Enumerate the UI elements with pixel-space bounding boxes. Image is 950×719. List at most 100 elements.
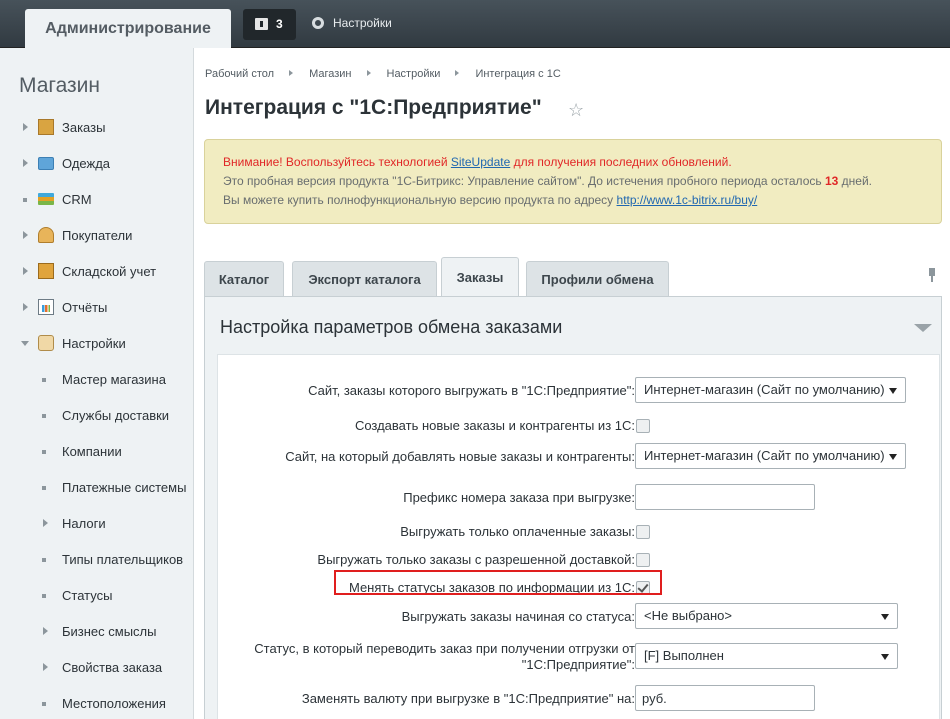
settings-link[interactable]: Настройки [312,16,392,30]
breadcrumb-item[interactable]: Магазин [309,68,351,80]
bullet-icon [42,594,46,598]
alert-text: Это пробная версия продукта "1С-Битрикс:… [223,174,825,188]
currency-input[interactable] [635,685,815,711]
siteupdate-link[interactable]: SiteUpdate [451,155,510,169]
expand-arrow-icon[interactable] [23,303,28,311]
chevron-down-icon [889,454,897,460]
prefix-input[interactable] [635,484,815,510]
bullet-icon [42,378,46,382]
breadcrumb-item[interactable]: Интеграция с 1С [475,68,560,80]
sidebar-item-label: Налоги [62,516,106,531]
bullet-icon [23,198,27,202]
sidebar-item-label: Отчёты [62,300,108,315]
settings-form: Сайт, заказы которого выгружать в "1С:Пр… [217,354,940,719]
trial-days: 13 [824,174,839,188]
collapse-arrow-icon[interactable] [21,341,29,346]
admin-tab[interactable]: Администрирование [25,9,231,48]
highlight-frame [334,570,662,595]
sidebar-item-label: Свойства заказа [62,660,163,675]
sidebar-item-crm[interactable]: CRM [0,190,194,210]
breadcrumb-item[interactable]: Рабочий стол [205,68,274,80]
trial-alert: Внимание! Воспользуйтесь технологией Sit… [204,139,942,224]
bullet-icon [42,450,46,454]
sidebar-subitem-payment[interactable]: Платежные системы [0,478,194,498]
sidebar-title: Магазин [19,74,101,97]
site-add-select[interactable]: Интернет-магазин (Сайт по умолчанию) [635,443,906,469]
sidebar-subitem-statuses[interactable]: Статусы [0,586,194,606]
sidebar-item-orders[interactable]: Заказы [0,118,194,138]
sidebar-item-label: Платежные системы [62,480,187,495]
settings-label: Настройки [333,16,392,30]
expand-arrow-icon[interactable] [43,627,48,635]
select-value: Интернет-магазин (Сайт по умолчанию) [644,448,885,463]
site-export-select[interactable]: Интернет-магазин (Сайт по умолчанию) [635,377,906,403]
field-label: Префикс номера заказа при выгрузке: [403,490,635,505]
sidebar-item-label: Настройки [62,336,126,351]
field-label: Заменять валюту при выгрузке в "1С:Предп… [301,691,635,706]
star-icon[interactable]: ☆ [568,100,584,121]
only-delivery-checkbox[interactable] [636,553,650,567]
expand-arrow-icon[interactable] [23,159,28,167]
sidebar-subitem-payer-types[interactable]: Типы плательщиков [0,550,194,570]
tab-exchange-profiles[interactable]: Профили обмена [526,261,669,297]
pin-icon[interactable] [928,268,936,282]
field-label: "1С:Предприятие": [521,657,635,672]
notification-icon [255,18,268,30]
expand-arrow-icon[interactable] [43,519,48,527]
expand-arrow-icon[interactable] [23,123,28,131]
alert-line-2: Это пробная версия продукта "1С-Битрикс:… [223,174,872,188]
field-label: Сайт, на который добавлять новые заказы … [285,449,635,464]
sidebar-item-reports[interactable]: Отчёты [0,298,194,318]
sidebar-item-customers[interactable]: Покупатели [0,226,194,246]
bullet-icon [42,414,46,418]
field-label: Статус, в который переводить заказ при п… [254,641,635,656]
sidebar-item-label: Заказы [62,120,106,135]
sidebar-subitem-delivery[interactable]: Службы доставки [0,406,194,426]
chevron-right-icon [289,70,294,76]
alert-text: дней. [838,174,872,188]
collapse-icon[interactable] [914,324,932,332]
sidebar-item-clothes[interactable]: Одежда [0,154,194,174]
sidebar-item-warehouse[interactable]: Складской учет [0,262,194,282]
sidebar-item-label: Службы доставки [62,408,170,423]
sidebar-subitem-taxes[interactable]: Налоги [0,514,194,534]
orders-icon [38,119,54,135]
chevron-down-icon [889,388,897,394]
users-icon [38,227,54,243]
shipment-status-select[interactable]: [F] Выполнен [635,643,898,669]
page-title: Интеграция с "1С:Предприятие" [205,96,542,119]
tab-catalog[interactable]: Каталог [204,261,284,297]
create-new-checkbox[interactable] [636,419,650,433]
select-value: [F] Выполнен [644,648,724,663]
sidebar-item-label: Мастер магазина [62,372,166,387]
tab-catalog-export[interactable]: Экспорт каталога [292,261,437,297]
expand-arrow-icon[interactable] [43,663,48,671]
chevron-down-icon [881,614,889,620]
section-title: Настройка параметров обмена заказами [220,317,563,337]
only-paid-checkbox[interactable] [636,525,650,539]
sidebar-subitem-companies[interactable]: Компании [0,442,194,462]
sidebar-item-label: CRM [62,192,92,207]
sidebar-item-settings[interactable]: Настройки [0,334,194,354]
sidebar-item-label: Местоположения [62,696,166,711]
top-bar: Администрирование 3 Настройки [0,0,950,48]
tab-orders[interactable]: Заказы [441,257,519,298]
sidebar-subitem-store-wizard[interactable]: Мастер магазина [0,370,194,390]
bullet-icon [42,558,46,562]
sidebar-item-label: Компании [62,444,122,459]
sidebar-subitem-order-props[interactable]: Свойства заказа [0,658,194,678]
sidebar-subitem-locations[interactable]: Местоположения [0,694,194,714]
expand-arrow-icon[interactable] [23,231,28,239]
notifications-button[interactable]: 3 [243,9,296,40]
breadcrumb-item[interactable]: Настройки [387,68,441,80]
sidebar-item-label: Типы плательщиков [62,552,184,567]
alert-text: Внимание! Воспользуйтесь технологией [223,155,451,169]
sidebar-subitem-business[interactable]: Бизнес смыслы [0,622,194,642]
expand-arrow-icon[interactable] [23,267,28,275]
bullet-icon [42,702,46,706]
alert-line-3: Вы можете купить полнофункциональную вер… [223,193,757,207]
sidebar-item-label: Складской учет [62,264,157,279]
from-status-select[interactable]: <Не выбрано> [635,603,898,629]
sidebar-item-label: Бизнес смыслы [62,624,157,639]
buy-link[interactable]: http://www.1c-bitrix.ru/buy/ [617,193,758,207]
